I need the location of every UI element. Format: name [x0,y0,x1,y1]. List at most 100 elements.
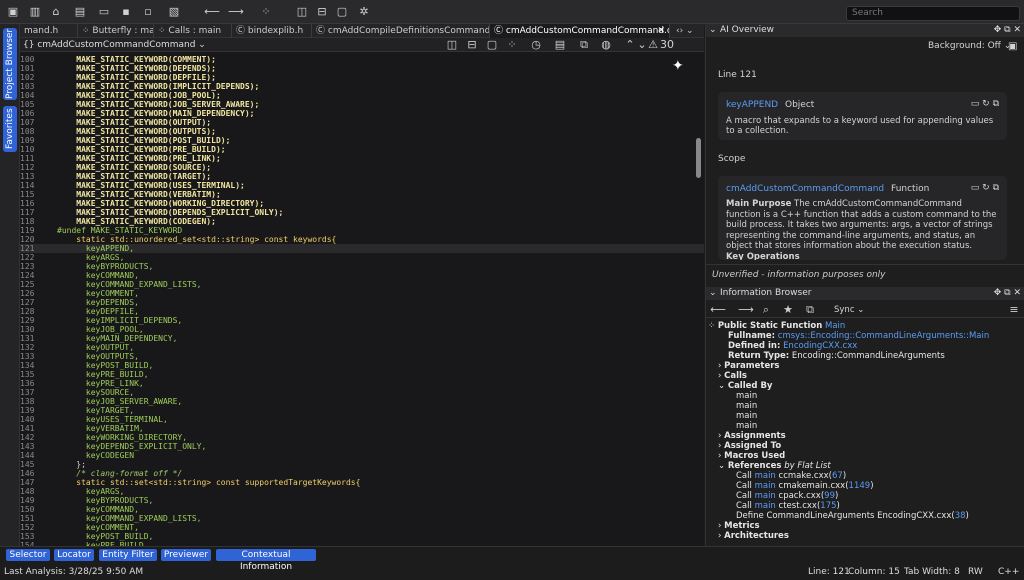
main-purpose-heading: Main Purpose [726,199,792,209]
forward-icon[interactable]: ⟶ [738,303,754,317]
reference-row[interactable]: Call main cmakemain.cxx(1149) [736,481,874,491]
open-icon[interactable]: ▣ [5,5,21,19]
menu-icon[interactable]: ≡ [1006,303,1022,317]
favorites-tab[interactable]: Favorites [3,106,17,152]
graph-icon[interactable]: ⁘ [708,321,718,331]
split-horizontal-icon[interactable]: ⊟ [314,5,330,19]
columns-icon[interactable]: ◫ [444,38,460,52]
close-icon[interactable]: ✕ [657,24,665,38]
entity-filter-button[interactable]: Entity Filter [99,549,157,561]
comment-refresh-copy-icons[interactable]: ▭ ↻ ⧉ [971,183,999,193]
save-icon[interactable]: ▪ [118,5,134,19]
back-icon[interactable]: ⟵ [710,303,726,317]
line-number: 136 [20,379,35,388]
function-link[interactable]: cmAddCustomCommandCommand [726,184,884,194]
architectures-node[interactable]: › Architectures [718,531,789,541]
called-by-item[interactable]: main [736,421,757,431]
assigned-to-node[interactable]: › Assigned To [718,441,781,451]
warning-icon[interactable]: ⚠ [646,38,660,52]
comment-refresh-copy-icons[interactable]: ▭ ↻ ⧉ [971,99,999,109]
symbol-card: keyAPPEND Object ▭ ↻ ⧉ A macro that expa… [718,92,1007,140]
macros-used-node[interactable]: › Macros Used [718,451,785,461]
code-line: 151 keyCOMMAND_EXPAND_LISTS, [20,514,704,523]
forward-icon[interactable]: ⟶ [228,5,244,19]
tab-width[interactable]: Tab Width: 8 [904,567,960,577]
parameters-node[interactable]: › Parameters [718,361,779,371]
graph-icon[interactable]: ⁘ [504,38,520,52]
code-line: 142 keyWORKING_DIRECTORY, [20,433,704,442]
code-line: 139 keyTARGET, [20,406,704,415]
calls-node[interactable]: › Calls [718,371,747,381]
called-by-item[interactable]: main [736,391,757,401]
copy-icon[interactable]: ⧉ [802,303,818,317]
window-icon[interactable]: ▢ [484,38,500,52]
tab-scroll[interactable]: ‹› ⌄ [672,24,702,38]
previewer-button[interactable]: Previewer [161,549,211,561]
code-line: 129 keyIMPLICIT_DEPENDS, [20,316,704,325]
edit-mode[interactable]: RW [968,567,983,577]
called-by-item[interactable]: main [736,411,757,421]
window-icon[interactable]: ▢ [334,5,350,19]
reference-row[interactable]: Call main ctest.cxx(175) [736,501,840,511]
chevron-down-icon[interactable]: ⌄ [709,24,717,37]
search-icon[interactable]: ⌕ [758,303,774,317]
tab-butterfly-main[interactable]: ⁘ Butterfly : main [78,24,154,38]
graph-icon[interactable]: ⁘ [258,5,274,19]
metrics-node[interactable]: › Metrics [718,521,760,531]
globe-icon[interactable]: ◍ [598,38,614,52]
pin-close-icons[interactable]: ✥ ⧉ ✕ [994,287,1021,300]
split-vertical-icon[interactable]: ◫ [294,5,310,19]
last-analysis: Last Analysis: 3/28/25 9:50 AM [4,567,144,577]
line-number: 134 [20,361,35,370]
references-node[interactable]: ⌄ References by Flat List [718,461,831,471]
language[interactable]: C++ [998,567,1019,577]
code-text: static std::unordered_set<std::string> c… [57,235,337,244]
assignments-node[interactable]: › Assignments [718,431,786,441]
symbol-link[interactable]: keyAPPEND [726,100,778,110]
tab-cmaddcustomcommand[interactable]: Ⓒ cmAddCustomCommandCommand.cxx ✕ [490,24,670,38]
search-input[interactable]: Search [846,6,1020,21]
sync-dropdown[interactable]: Sync ⌄ [834,305,864,315]
code-editor[interactable]: 100 MAKE_STATIC_KEYWORD(COMMENT); 101 MAK… [20,52,704,546]
locator-button[interactable]: Locator [54,549,94,561]
new-file-icon[interactable]: ▤ [72,5,88,19]
contextual-information-button[interactable]: Contextual Information [216,549,316,572]
reference-row[interactable]: Call main ccmake.cxx(67) [736,471,846,481]
star-icon[interactable]: ★ [780,303,796,317]
tab-cmaddcompiledefinitions[interactable]: Ⓒ cmAddCompileDefinitionsCommand.h [312,24,490,38]
background-dropdown[interactable]: Background: Off ⌄ [928,41,1011,51]
history-icon[interactable]: ◷ [528,38,544,52]
selector-button[interactable]: Selector [6,549,50,561]
tab-mand-h[interactable]: mand.h [20,24,78,38]
called-by-item[interactable]: main [736,401,757,411]
reference-row[interactable]: Call main cpack.cxx(99) [736,491,838,501]
info-header-name[interactable]: Main [825,321,845,331]
called-by-node[interactable]: ⌄ Called By [718,381,772,391]
debug-icon[interactable]: ✲ [356,5,372,19]
editor-scrollbar[interactable] [696,138,701,178]
line-number: 135 [20,370,35,379]
folder-icon[interactable]: ▭ [96,5,112,19]
export-icon[interactable]: ▧ [166,5,182,19]
breadcrumb-scope[interactable]: {} cmAddCustomCommandCommand ⌄ [23,38,206,52]
doc-icon[interactable]: ▤ [552,38,568,52]
fullname-value[interactable]: cmsys::Encoding::CommandLineArguments::M… [778,331,990,341]
home-icon[interactable]: ⌂ [48,5,64,19]
code-text: keyPOST_BUILD, [57,532,154,541]
tab-bindexplib[interactable]: Ⓒ bindexplib.h [232,24,312,38]
code-text: MAKE_STATIC_KEYWORD(COMMENT); [57,55,216,64]
terminal-icon[interactable]: ▣ [1008,41,1017,52]
line-number: 130 [20,325,35,334]
pin-close-icons[interactable]: ✥ ⧉ ✕ [994,24,1021,37]
split-icon[interactable]: ⊟ [464,38,480,52]
save-all-icon[interactable]: ▫ [140,5,156,19]
back-icon[interactable]: ⟵ [204,5,220,19]
defined-value[interactable]: EncodingCXX.cxx [783,341,857,351]
copy-icon[interactable]: ⧉ [576,38,592,52]
chevron-down-icon[interactable]: ⌄ [709,287,717,300]
define-row[interactable]: Define CommandLineArguments EncodingCXX.… [736,511,969,521]
book-icon[interactable]: ▥ [27,5,43,19]
tab-calls-main[interactable]: ⁘ Calls : main [154,24,232,38]
project-browser-tab[interactable]: Project Browser [3,28,17,100]
sparkle-icon[interactable]: ✦ [672,58,684,74]
